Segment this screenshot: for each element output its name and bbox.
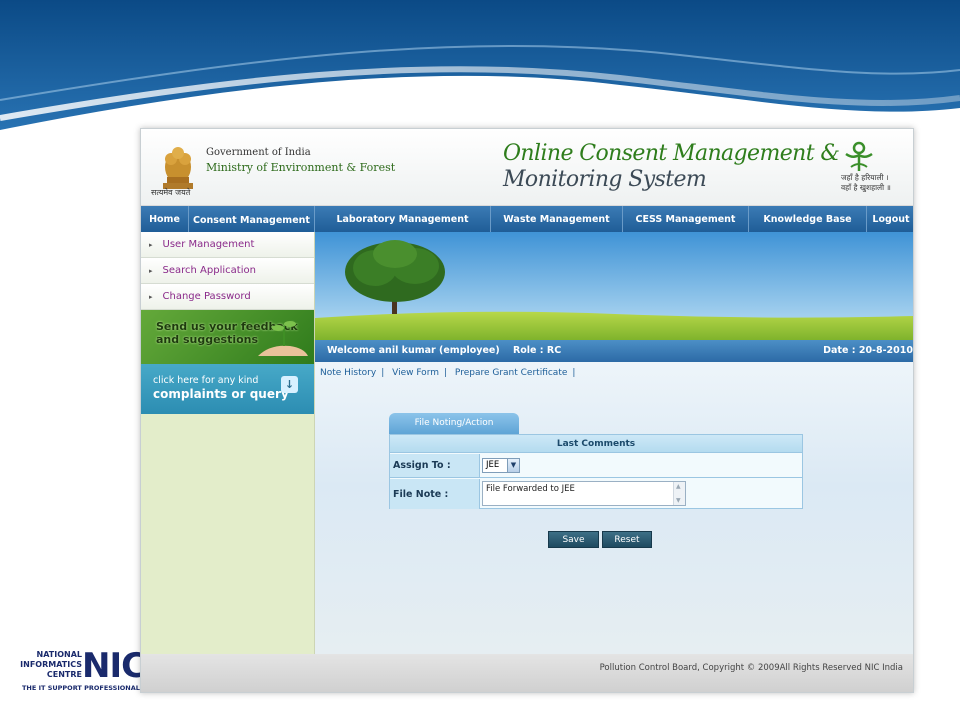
copyright-text: Pollution Control Board, Copyright © 200… xyxy=(599,663,903,673)
date-text: Date : 20-8-2010 xyxy=(823,345,913,356)
emblem-motto: सत्यमेव जयते xyxy=(151,188,191,197)
complaint-small-text: click here for any kind xyxy=(153,375,259,386)
sidebar-item-label: Change Password xyxy=(162,291,251,302)
sidebar-item-user-management[interactable]: ▸ User Management xyxy=(141,232,314,258)
sidebar-item-change-password[interactable]: ▸ Change Password xyxy=(141,284,314,310)
assign-to-value: JEE xyxy=(486,460,500,470)
main-content: Welcome anil kumar (employee) Role : RC … xyxy=(315,232,913,654)
landscape-banner xyxy=(315,232,913,340)
app-title-line-1: Online Consent Management & xyxy=(503,141,840,166)
arrow-down-icon: ↓ xyxy=(281,376,298,393)
sub-links: Note History | View Form | Prepare Grant C… xyxy=(320,368,580,378)
nav-consent-management[interactable]: Consent Management xyxy=(189,206,315,232)
tree-logo-icon xyxy=(845,141,873,171)
sidebar: ▸ User Management ▸ Search Application ▸… xyxy=(141,232,315,654)
nic-line-3: CENTRE xyxy=(46,670,82,679)
nic-logo: NATIONAL INFORMATICS CENTRE NIC THE IT S… xyxy=(20,648,146,694)
nav-cess-management[interactable]: CESS Management xyxy=(623,206,749,232)
file-noting-form: Last Comments Assign To : JEE ▼ File Not… xyxy=(389,434,803,509)
nic-line-2: INFORMATICS xyxy=(20,660,82,669)
complaint-big-text: complaints or query xyxy=(153,387,289,401)
note-row: File Note : File Forwarded to JEE ▲ ▼ xyxy=(390,479,802,509)
slogan-line-1: जहाँ है हरियाली । xyxy=(841,173,889,182)
assign-to-select[interactable]: JEE ▼ xyxy=(482,458,520,473)
nic-big-letters: NIC xyxy=(82,646,146,686)
reset-button[interactable]: Reset xyxy=(602,531,652,548)
sidebar-item-search-application[interactable]: ▸ Search Application xyxy=(141,258,314,284)
link-prepare-grant-certificate[interactable]: Prepare Grant Certificate xyxy=(455,368,567,378)
bullet-icon: ▸ xyxy=(149,292,153,301)
assign-label: Assign To : xyxy=(390,454,480,477)
separator: | xyxy=(381,368,385,378)
sidebar-item-label: User Management xyxy=(162,239,255,250)
gov-title: Government of India xyxy=(206,147,311,158)
nic-line-1: NATIONAL xyxy=(36,650,82,659)
welcome-bar: Welcome anil kumar (employee) Role : RC … xyxy=(315,340,913,362)
textarea-scrollbar[interactable]: ▲ ▼ xyxy=(673,482,685,505)
link-view-form[interactable]: View Form xyxy=(392,368,439,378)
complaint-banner[interactable]: click here for any kind complaints or qu… xyxy=(141,364,314,414)
nic-tagline: THE IT SUPPORT PROFESSIONALS xyxy=(22,684,145,692)
feedback-banner[interactable]: Send us your feedback and suggestions xyxy=(141,310,314,364)
scroll-down-icon: ▼ xyxy=(676,497,681,504)
tab-file-noting[interactable]: File Noting/Action xyxy=(389,413,519,434)
file-note-textarea[interactable]: File Forwarded to JEE ▲ ▼ xyxy=(482,481,686,506)
note-label: File Note : xyxy=(390,479,480,509)
hands-with-plant-icon xyxy=(258,321,308,356)
link-note-history[interactable]: Note History xyxy=(320,368,376,378)
hindi-slogan: जहाँ है हरियाली । वहाँ है खुशहाली ॥ xyxy=(841,173,891,193)
nav-logout[interactable]: Logout xyxy=(867,206,913,232)
app-footer: Pollution Control Board, Copyright © 200… xyxy=(141,654,913,692)
slogan-line-2: वहाँ है खुशहाली ॥ xyxy=(841,183,891,192)
bullet-icon: ▸ xyxy=(149,266,153,275)
scroll-up-icon: ▲ xyxy=(676,483,681,490)
nav-knowledge-base[interactable]: Knowledge Base xyxy=(749,206,867,232)
assign-row: Assign To : JEE ▼ xyxy=(390,454,802,478)
save-button[interactable]: Save xyxy=(548,531,599,548)
chevron-down-icon: ▼ xyxy=(507,459,519,472)
nav-waste-management[interactable]: Waste Management xyxy=(491,206,623,232)
welcome-text: Welcome anil kumar (employee) Role : RC xyxy=(327,345,562,356)
sidebar-item-label: Search Application xyxy=(162,265,256,276)
separator: | xyxy=(444,368,448,378)
separator: | xyxy=(572,368,576,378)
app-window: सत्यमेव जयते Government of India Ministr… xyxy=(140,128,914,693)
main-nav: Home Consent Management Laboratory Manag… xyxy=(141,206,913,232)
form-heading: Last Comments xyxy=(390,435,802,453)
app-header: सत्यमेव जयते Government of India Ministr… xyxy=(141,129,913,206)
bullet-icon: ▸ xyxy=(149,240,153,249)
app-title-line-2: Monitoring System xyxy=(503,167,707,192)
ministry-title: Ministry of Environment & Forest xyxy=(206,161,396,174)
nav-home[interactable]: Home xyxy=(141,206,189,232)
nav-laboratory-management[interactable]: Laboratory Management xyxy=(315,206,491,232)
file-note-value: File Forwarded to JEE xyxy=(486,484,575,494)
